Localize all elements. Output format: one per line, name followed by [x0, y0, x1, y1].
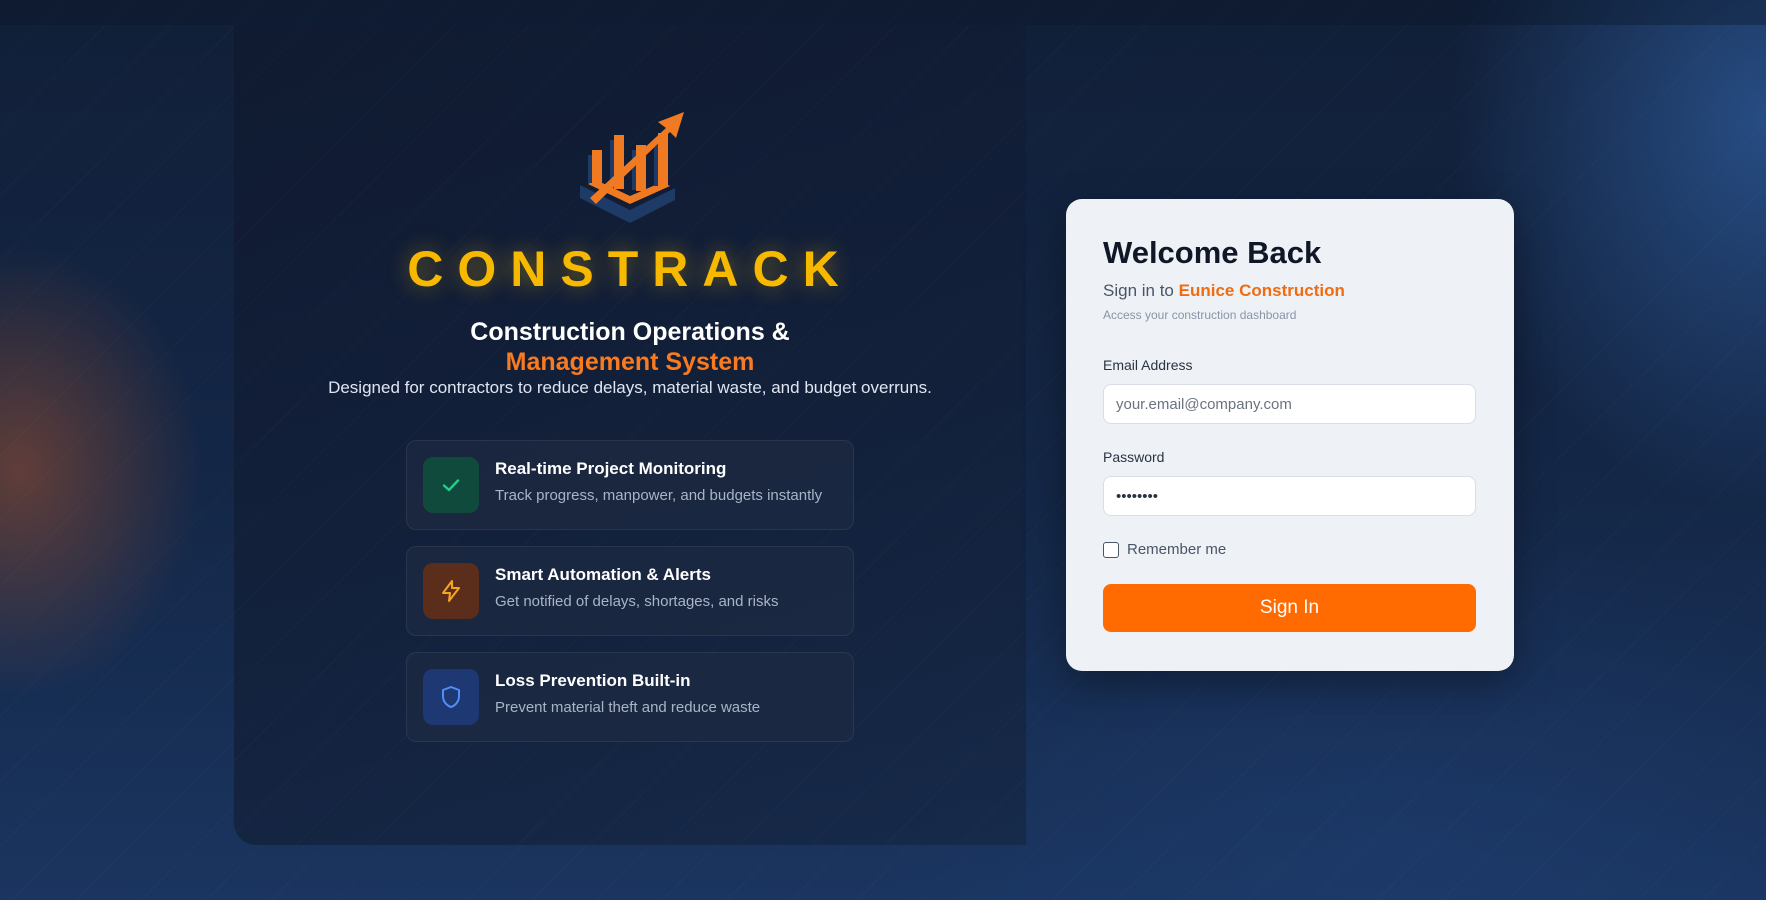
email-input[interactable] — [1103, 384, 1476, 424]
shield-icon — [423, 669, 479, 725]
lightning-icon — [423, 563, 479, 619]
constrack-logo-icon — [580, 112, 684, 223]
password-label: Password — [1103, 449, 1165, 465]
tagline: Designed for contractors to reduce delay… — [328, 378, 932, 397]
sign-in-subtitle: Sign in to Eunice Construction — [1103, 281, 1345, 301]
sign-in-button[interactable]: Sign In — [1103, 584, 1476, 632]
check-icon — [423, 457, 479, 513]
login-title: Welcome Back — [1103, 235, 1322, 270]
feature-title: Loss Prevention Built-in — [495, 671, 691, 690]
login-card: Welcome Back Sign in to Eunice Construct… — [1066, 199, 1514, 671]
feature-description: Track progress, manpower, and budgets in… — [495, 487, 823, 504]
feature-card-loss-prevention: Loss Prevention Built-in Prevent materia… — [406, 652, 854, 742]
sign-in-prefix: Sign in to — [1103, 281, 1174, 300]
feature-description: Prevent material theft and reduce waste — [495, 699, 761, 716]
remember-me-label: Remember me — [1127, 541, 1227, 558]
feature-card-automation: Smart Automation & Alerts Get notified o… — [406, 546, 854, 636]
access-text: Access your construction dashboard — [1103, 308, 1297, 322]
feature-card-monitoring: Real-time Project Monitoring Track progr… — [406, 440, 854, 530]
organization-name: Eunice Construction — [1178, 281, 1345, 300]
remember-me[interactable]: Remember me — [1103, 541, 1226, 558]
feature-title: Smart Automation & Alerts — [495, 565, 711, 584]
password-input[interactable] — [1103, 476, 1476, 516]
feature-description: Get notified of delays, shortages, and r… — [495, 593, 779, 610]
app-subtitle: Construction Operations & Management Sys… — [300, 317, 960, 377]
remember-me-checkbox[interactable] — [1103, 541, 1119, 558]
feature-title: Real-time Project Monitoring — [495, 459, 727, 478]
subtitle-line-2: Management System — [505, 348, 755, 376]
brand-name: CONSTRACK — [407, 241, 853, 297]
email-label: Email Address — [1103, 357, 1193, 373]
subtitle-line-1: Construction Operations & — [470, 318, 790, 346]
top-shade — [0, 0, 1766, 25]
